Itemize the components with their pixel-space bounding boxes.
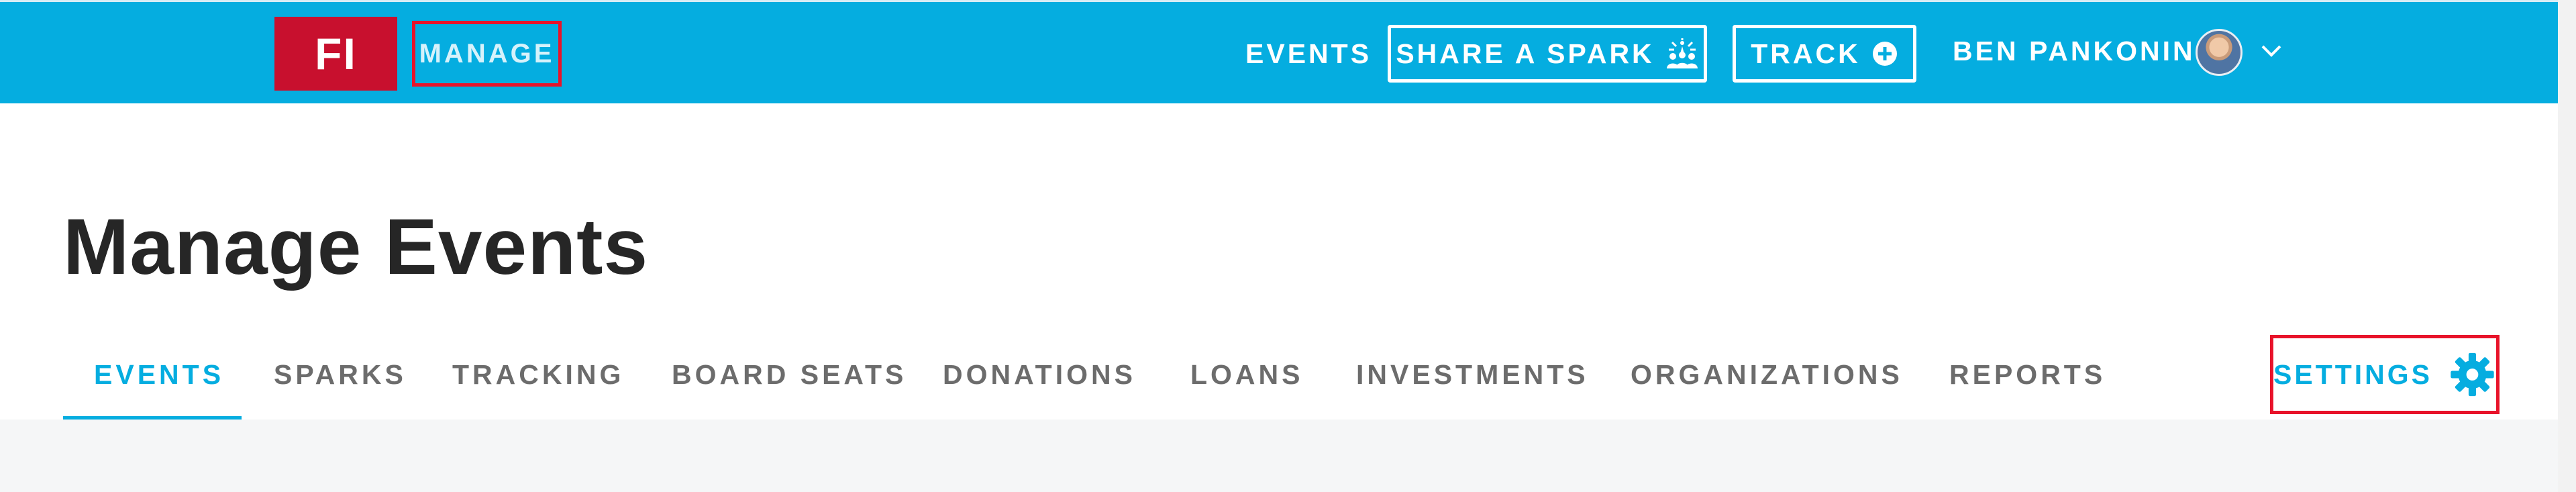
gear-icon [2451,352,2494,397]
manage-link[interactable]: MANAGE [412,21,562,87]
tab-organizations[interactable]: ORGANIZATIONS [1631,359,1903,391]
nav-events-label: EVENTS [1245,38,1372,69]
settings-button[interactable]: SETTINGS [2270,335,2500,414]
nav-events-link[interactable]: EVENTS [1245,38,1372,70]
share-a-spark-label: SHARE A SPARK [1396,38,1655,69]
tab-events[interactable]: EVENTS [94,359,224,391]
manage-link-label: MANAGE [419,38,555,68]
tab-board-seats[interactable]: BOARD SEATS [672,359,907,391]
chevron-down-icon[interactable] [2260,40,2283,62]
plus-circle-icon [1872,42,1897,66]
share-a-spark-button[interactable]: SHARE A SPARK [1388,25,1707,83]
manage-tabs: EVENTS SPARKS TRACKING BOARD SEATS DONAT… [0,359,2558,420]
track-button[interactable]: TRACK [1733,25,1916,83]
tab-reports[interactable]: REPORTS [1949,359,2106,391]
page-scrollbar[interactable] [2558,0,2576,492]
tab-donations[interactable]: DONATIONS [943,359,1136,391]
track-label: TRACK [1751,38,1861,69]
tab-loans[interactable]: LOANS [1190,359,1304,391]
user-menu-name[interactable]: BEN PANKONIN [1953,36,2196,67]
user-name-label: BEN PANKONIN [1953,36,2196,66]
top-navbar: FI MANAGE EVENTS SHARE A SPARK TRACK BEN… [0,0,2558,103]
brand-logo[interactable]: FI [274,17,397,91]
user-avatar[interactable] [2196,29,2243,76]
tab-sparks[interactable]: SPARKS [274,359,407,391]
page-title: Manage Events [63,203,649,291]
content-area [0,420,2558,492]
spark-people-icon [1666,38,1698,68]
settings-label: SETTINGS [2273,358,2433,390]
logo-text: FI [315,29,357,79]
tab-investments[interactable]: INVESTMENTS [1356,359,1589,391]
tab-tracking[interactable]: TRACKING [452,359,624,391]
